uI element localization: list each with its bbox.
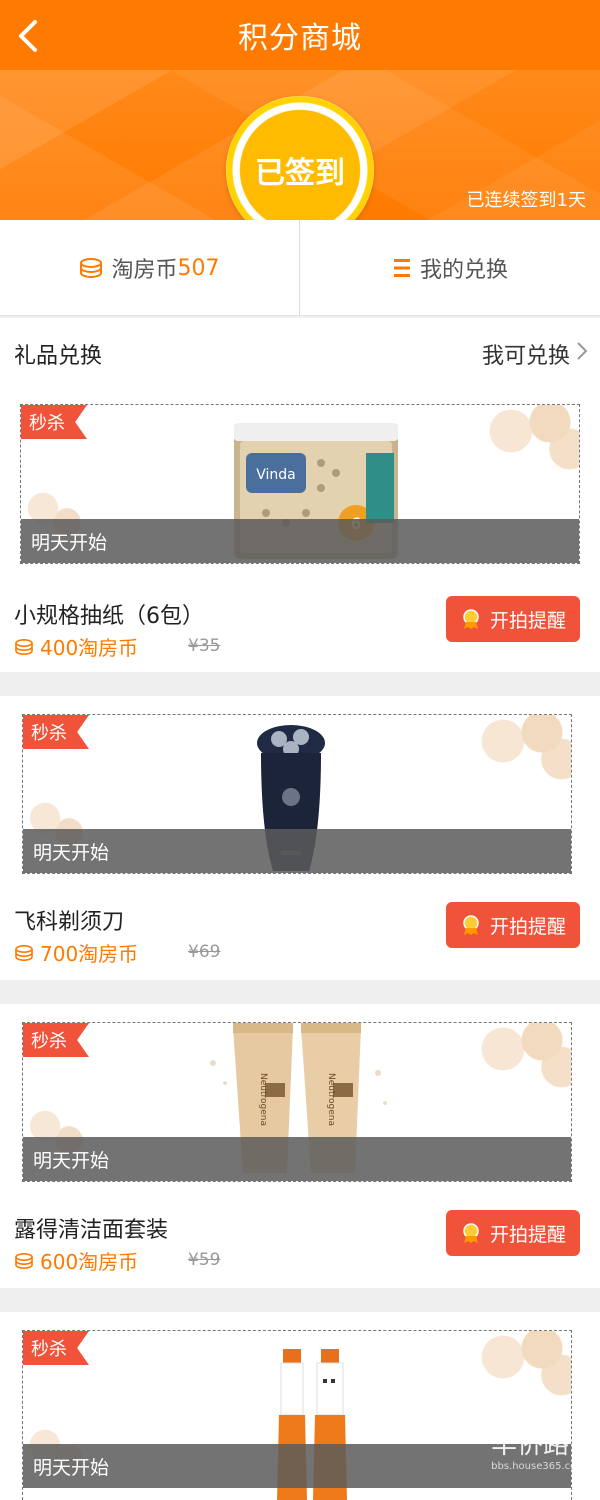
coin-label: 淘房币 bbox=[111, 258, 178, 283]
flash-sale-badge: 秒杀 bbox=[23, 1331, 89, 1365]
svg-text:Neutrogena: Neutrogena bbox=[326, 1073, 336, 1126]
product-price: 400淘房币 bbox=[14, 632, 138, 661]
chevron-left-icon bbox=[19, 20, 37, 52]
account-row: 淘房币 507 我的兑换 bbox=[0, 220, 600, 316]
original-price: ¥35 bbox=[188, 636, 221, 656]
price-text: 600淘房币 bbox=[40, 1250, 139, 1274]
remind-label: 开拍提醒 bbox=[489, 609, 566, 632]
product-name: 小规格抽纸（6包） bbox=[14, 604, 204, 629]
chevron-right-icon bbox=[576, 341, 588, 367]
product-image-frame: 秒杀 明天开始 bbox=[22, 1330, 572, 1500]
svg-text:Neutrogena: Neutrogena bbox=[258, 1073, 268, 1126]
remind-button[interactable]: 开拍提醒 bbox=[446, 596, 580, 642]
floral-decoration bbox=[451, 715, 571, 795]
product-price: 700淘房币 bbox=[14, 938, 138, 967]
remind-button[interactable]: 开拍提醒 bbox=[446, 1210, 580, 1256]
remind-label: 开拍提醒 bbox=[489, 915, 566, 938]
start-time-strip: 明天开始 bbox=[21, 519, 579, 563]
product-image-frame: Vinda 6 秒杀 明天开始 bbox=[20, 404, 580, 564]
medal-icon bbox=[460, 1222, 482, 1244]
floral-decoration bbox=[451, 1331, 571, 1411]
coin-balance[interactable]: 淘房币 507 bbox=[0, 220, 300, 316]
list-icon bbox=[392, 257, 412, 279]
medal-icon bbox=[460, 914, 482, 936]
watermark-text: 华侨路 bbox=[491, 1430, 570, 1460]
product-name: 飞科剃须刀 bbox=[14, 910, 125, 935]
coin-stack-icon bbox=[14, 1252, 34, 1269]
remind-label: 开拍提醒 bbox=[489, 1223, 566, 1246]
start-time-strip: 明天开始 bbox=[23, 1137, 571, 1181]
original-price: ¥59 bbox=[188, 1250, 221, 1270]
my-exchange-label: 我的兑换 bbox=[419, 258, 508, 283]
coin-value: 507 bbox=[177, 255, 220, 281]
svg-text:Vinda: Vinda bbox=[256, 467, 296, 483]
redeemable-link[interactable]: 我可兑换 bbox=[482, 338, 588, 370]
original-price: ¥69 bbox=[188, 942, 221, 962]
product-card[interactable]: Vinda 6 秒杀 明天开始 小规格抽纸（6包） 400淘 bbox=[0, 386, 600, 672]
coin-stack-icon bbox=[14, 638, 34, 655]
medal-icon bbox=[460, 608, 482, 630]
product-card[interactable]: 秒杀 明天开始 飞科剃须刀 700淘房币 ¥69 开拍提醒 bbox=[0, 696, 600, 980]
price-text: 700淘房币 bbox=[40, 942, 139, 966]
signin-label: 已签到 bbox=[255, 156, 345, 191]
watermark-logo: 华侨路 bbs.house365.com bbox=[491, 1424, 586, 1472]
watermark-sub: bbs.house365.com bbox=[491, 1461, 586, 1472]
product-name: 露得清洁面套装 bbox=[14, 1218, 169, 1243]
my-exchange-link[interactable]: 我的兑换 bbox=[300, 220, 600, 316]
remind-button[interactable]: 开拍提醒 bbox=[446, 902, 580, 948]
coin-stack-icon bbox=[79, 258, 103, 278]
flash-sale-badge: 秒杀 bbox=[23, 1023, 89, 1057]
redeemable-label: 我可兑换 bbox=[481, 344, 570, 369]
product-image-frame: Neutrogena Neutrogena 秒杀 明天开始 bbox=[22, 1022, 572, 1182]
back-button[interactable] bbox=[8, 14, 48, 58]
product-image-frame: 秒杀 明天开始 bbox=[22, 714, 572, 874]
start-time-strip: 明天开始 bbox=[23, 829, 571, 873]
section-title: 礼品兑换 bbox=[14, 344, 103, 369]
points-mall-screen: 积分商城 已签到 已连续签到1天 淘房币 507 我的兑换 礼品兑换 我可兑换 … bbox=[0, 0, 600, 1500]
flash-sale-badge: 秒杀 bbox=[21, 405, 87, 439]
signin-streak-text: 已连续签到1天 bbox=[466, 190, 586, 211]
floral-decoration bbox=[451, 1023, 571, 1103]
gift-section-header: 礼品兑换 我可兑换 bbox=[0, 318, 600, 386]
price-text: 400淘房币 bbox=[40, 636, 139, 660]
product-card[interactable]: Neutrogena Neutrogena 秒杀 明天开始 露得清洁面套装 60… bbox=[0, 1004, 600, 1288]
flash-sale-badge: 秒杀 bbox=[23, 715, 89, 749]
product-price: 600淘房币 bbox=[14, 1246, 138, 1275]
floral-decoration bbox=[459, 405, 579, 485]
page-title: 积分商城 bbox=[238, 21, 362, 56]
start-time-strip: 明天开始 bbox=[23, 1444, 571, 1488]
coin-stack-icon bbox=[14, 944, 34, 961]
